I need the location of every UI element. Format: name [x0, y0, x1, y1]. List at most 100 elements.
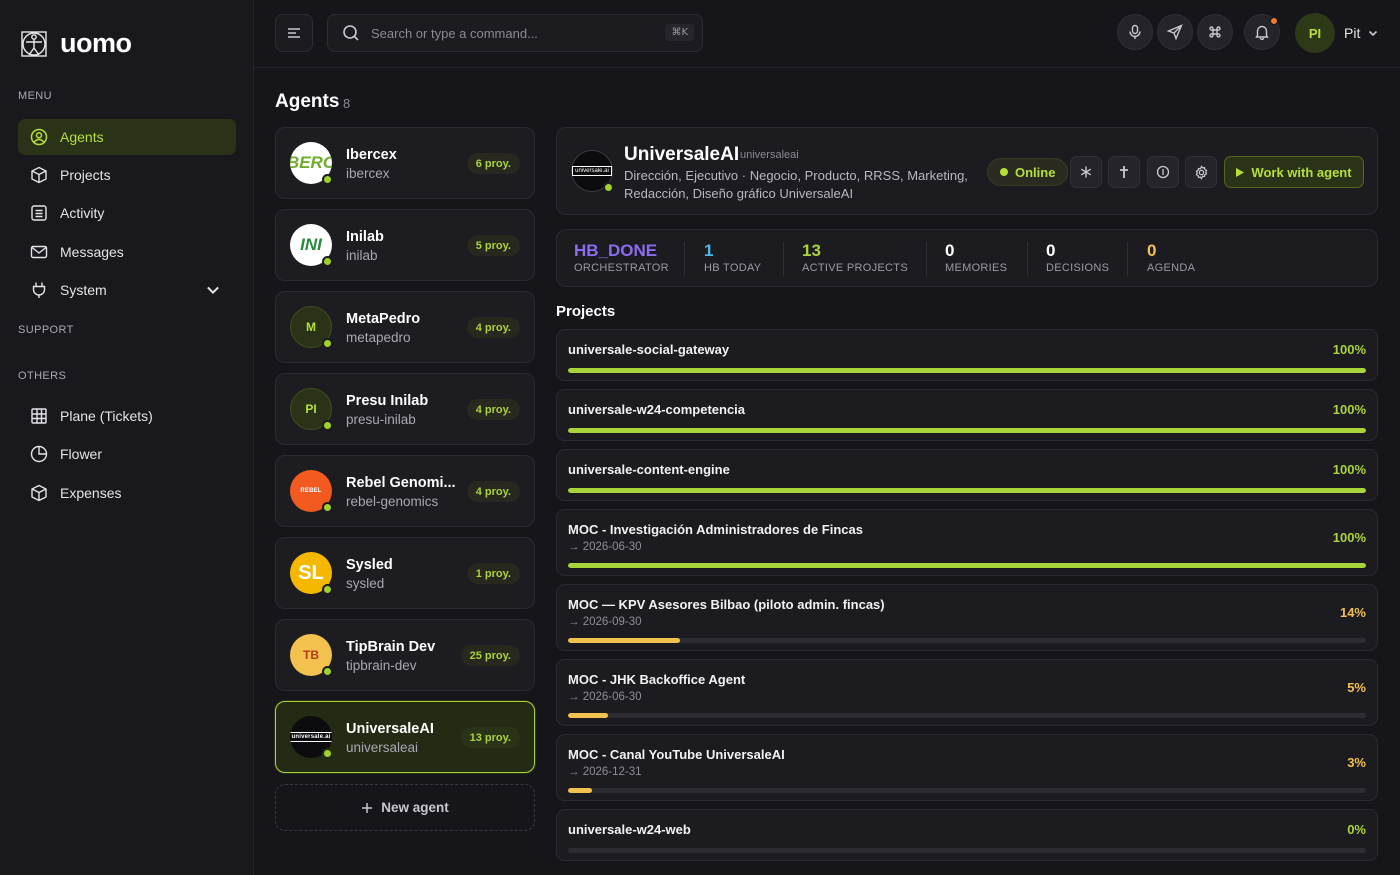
- project-name: MOC - JHK Backoffice Agent: [568, 672, 746, 687]
- agent-name: UniversaleAI: [624, 144, 740, 165]
- progress-track: [568, 488, 1366, 493]
- agent-avatar-label: REBEL: [300, 488, 322, 494]
- new-agent-button[interactable]: New agent: [275, 784, 535, 831]
- agent-card[interactable]: REBEL Rebel Genomi... rebel-genomics 4 proy…: [275, 455, 535, 527]
- online-status-dot: [322, 174, 333, 185]
- agent-avatar-label: universale.ai: [572, 166, 612, 176]
- project-percent: 3%: [1347, 755, 1366, 770]
- agent-avatar-label: PI: [305, 402, 317, 416]
- project-percent: 100%: [1332, 530, 1366, 545]
- agent-name: UniversaleAI: [346, 721, 434, 737]
- asterisk-icon: [1080, 166, 1092, 178]
- agent-avatar-label: TB: [303, 648, 319, 662]
- stat-value: 0: [945, 241, 955, 260]
- projects-title: Projects: [556, 303, 616, 320]
- user-avatar[interactable]: PI: [1295, 13, 1335, 53]
- project-row[interactable]: MOC - Investigación Administradores de F…: [556, 509, 1378, 576]
- sidebar-item-messages[interactable]: Messages: [18, 234, 236, 270]
- cube-icon: [31, 166, 47, 184]
- pin-button[interactable]: [1108, 156, 1140, 188]
- shortcut-hint: ⌘K: [665, 24, 694, 41]
- agent-card[interactable]: SL Sysled sysled 1 proy.: [275, 537, 535, 609]
- cross-icon: [1120, 166, 1128, 178]
- sidebar-item-plane-tickets[interactable]: Plane (Tickets): [18, 398, 236, 434]
- project-percent: 100%: [1332, 402, 1366, 417]
- pie-icon: [30, 445, 48, 463]
- project-name: MOC - Canal YouTube UniversaleAI: [568, 747, 785, 762]
- stat-label: DECISIONS: [1046, 262, 1110, 274]
- brand-logo[interactable]: uomo: [20, 28, 132, 59]
- online-status-dot: [603, 182, 614, 193]
- user-menu[interactable]: Pit: [1344, 25, 1379, 41]
- agent-card[interactable]: BERC Ibercex ibercex 6 proy.: [275, 127, 535, 199]
- stat-decisions: 0 DECISIONS: [1046, 241, 1109, 274]
- stat-value: 1: [704, 241, 714, 260]
- send-button[interactable]: [1157, 14, 1193, 50]
- project-row[interactable]: universale-w24-web 0%: [556, 809, 1378, 861]
- work-with-agent-button[interactable]: Work with agent: [1224, 156, 1364, 188]
- online-status-dot: [322, 748, 333, 759]
- agent-card[interactable]: universale.ai UniversaleAI universaleai 13 …: [275, 701, 535, 773]
- agent-card[interactable]: PI Presu Inilab presu-inilab 4 proy.: [275, 373, 535, 445]
- agent-card[interactable]: M MetaPedro metapedro 4 proy.: [275, 291, 535, 363]
- bell-icon: [1255, 25, 1269, 40]
- command-icon: [1209, 26, 1221, 38]
- project-due-date: → 2026-12-31: [568, 766, 642, 778]
- agent-slug: ibercex: [346, 166, 390, 181]
- progress-fill: [568, 713, 608, 718]
- agent-name: MetaPedro: [346, 311, 421, 327]
- sidebar-item-agents[interactable]: Agents: [18, 119, 236, 155]
- project-percent: 100%: [1332, 342, 1366, 357]
- agent-card[interactable]: TB TipBrain Dev tipbrain-dev 25 proy.: [275, 619, 535, 691]
- info-circle-icon: [1156, 165, 1170, 179]
- grid-icon: [31, 408, 47, 424]
- agent-card[interactable]: INI Inilab inilab 5 proy.: [275, 209, 535, 281]
- command-button[interactable]: [1197, 14, 1233, 50]
- progress-fill: [568, 428, 1366, 433]
- settings-button[interactable]: [1185, 156, 1217, 188]
- project-name: universale-social-gateway: [568, 342, 730, 357]
- info-button[interactable]: [1147, 156, 1179, 188]
- sidebar-item-activity[interactable]: Activity: [18, 195, 236, 231]
- stat-value: 0: [1147, 241, 1157, 260]
- work-with-agent-label: Work with agent: [1251, 164, 1352, 180]
- microphone-button[interactable]: [1117, 14, 1153, 50]
- project-count-badge: 4 proy.: [466, 481, 520, 502]
- search-input[interactable]: [371, 25, 651, 41]
- menu-section-label: MENU: [18, 90, 52, 102]
- agent-slug: universaleai: [740, 149, 799, 161]
- project-row[interactable]: universale-content-engine 100%: [556, 449, 1378, 501]
- agent-stats: HB_DONE ORCHESTRATOR 1 HB TODAY 13 ACTIV…: [556, 229, 1378, 287]
- sidebar-item-system[interactable]: System: [18, 272, 236, 308]
- project-name: universale-w24-competencia: [568, 402, 746, 417]
- status-badge[interactable]: Online: [987, 158, 1069, 186]
- project-row[interactable]: universale-social-gateway 100%: [556, 329, 1378, 381]
- sidebar-item-expenses[interactable]: Expenses: [18, 475, 236, 511]
- project-due-date: → 2026-06-30: [568, 541, 642, 553]
- notifications-button[interactable]: [1244, 14, 1280, 50]
- project-count-badge: 5 proy.: [466, 235, 520, 256]
- project-row[interactable]: universale-w24-competencia 100%: [556, 389, 1378, 441]
- project-row[interactable]: MOC - JHK Backoffice Agent → 2026-06-30 5%: [556, 659, 1378, 726]
- project-row[interactable]: MOC - Canal YouTube UniversaleAI → 2026-1…: [556, 734, 1378, 801]
- agent-avatar-label: universale.ai: [290, 732, 332, 742]
- progress-track: [568, 428, 1366, 433]
- search-bar[interactable]: ⌘K: [327, 14, 703, 52]
- mail-icon: [30, 245, 48, 259]
- progress-fill: [568, 368, 1366, 373]
- project-name: universale-w24-web: [568, 822, 691, 837]
- agent-slug: tipbrain-dev: [346, 658, 417, 673]
- stat-memories: 0 MEMORIES: [945, 241, 1007, 274]
- sidebar-item-flower[interactable]: Flower: [18, 436, 236, 472]
- project-row[interactable]: MOC — KPV Asesores Bilbao (piloto admin.…: [556, 584, 1378, 651]
- sidebar-item-label: Messages: [60, 244, 124, 260]
- sidebar-item-label: System: [60, 282, 107, 298]
- stat-value: 0: [1046, 241, 1056, 260]
- toggle-sidebar-button[interactable]: [275, 14, 313, 52]
- search-icon: [343, 25, 359, 41]
- online-status-dot: [322, 502, 333, 513]
- sidebar-item-label: Flower: [60, 446, 103, 462]
- sparkle-button[interactable]: [1070, 156, 1102, 188]
- project-count-badge: 4 proy.: [466, 399, 520, 420]
- sidebar-item-projects[interactable]: Projects: [18, 157, 236, 193]
